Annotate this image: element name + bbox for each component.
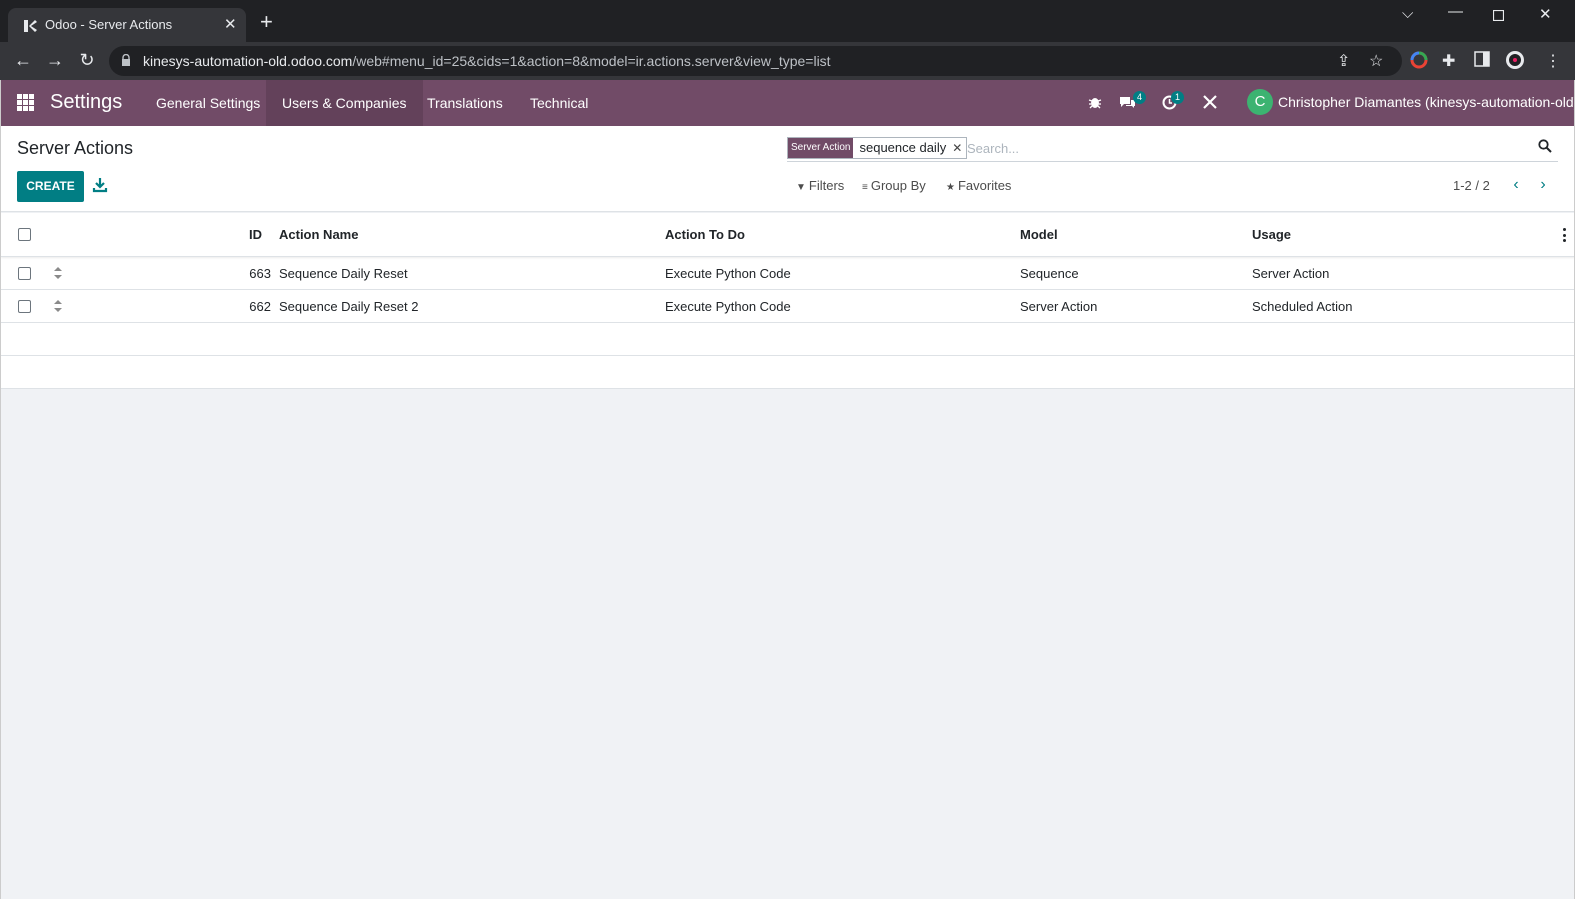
pager-next-icon[interactable]: ›: [1533, 175, 1553, 195]
tools-icon[interactable]: [1203, 95, 1217, 109]
star-icon: ★: [946, 182, 955, 193]
column-header-usage[interactable]: Usage: [1252, 227, 1291, 242]
odoo-navbar: Settings General Settings Users & Compan…: [0, 80, 1575, 126]
debug-bug-icon[interactable]: [1088, 95, 1102, 109]
extension-color-icon[interactable]: [1410, 51, 1428, 69]
facet-label: Server Action: [788, 138, 854, 158]
new-tab-icon[interactable]: +: [260, 11, 273, 33]
activities-badge: 1: [1171, 91, 1185, 104]
empty-row: [1, 356, 1575, 389]
user-avatar[interactable]: C: [1247, 89, 1273, 115]
messages-badge: 4: [1133, 91, 1147, 104]
browser-tab[interactable]: Odoo - Server Actions ✕: [8, 8, 246, 42]
select-all-checkbox[interactable]: [18, 228, 31, 241]
browser-toolbar: ← → ↻ kinesys-automation-old.odoo.com/we…: [0, 42, 1575, 80]
odoo-favicon-icon: [22, 18, 38, 34]
menu-general-settings[interactable]: General Settings: [140, 80, 276, 126]
drag-handle-icon[interactable]: [53, 300, 63, 312]
tab-search-icon[interactable]: ⌵: [1402, 5, 1413, 22]
address-bar[interactable]: kinesys-automation-old.odoo.com/web#menu…: [109, 46, 1402, 76]
row-checkbox[interactable]: [18, 267, 31, 280]
browser-tabstrip: Odoo - Server Actions ✕ + ⌵ — ✕: [0, 0, 1575, 42]
cell-action-to-do: Execute Python Code: [665, 266, 791, 281]
profile-icon[interactable]: [1505, 50, 1525, 70]
empty-row: [1, 323, 1575, 356]
cell-usage: Scheduled Action: [1252, 299, 1353, 314]
search-facet: Server Action sequence daily ✕: [787, 137, 968, 159]
extensions-puzzle-icon[interactable]: ✚: [1442, 51, 1455, 71]
cell-usage: Server Action: [1252, 266, 1330, 281]
url-text: kinesys-automation-old.odoo.com/web#menu…: [143, 53, 831, 69]
create-button[interactable]: CREATE: [17, 171, 84, 202]
forward-icon[interactable]: →: [44, 49, 66, 71]
group-by-toggle[interactable]: ≡ Group By: [862, 178, 926, 193]
minimize-icon[interactable]: —: [1448, 3, 1463, 20]
reload-icon[interactable]: ↻: [76, 49, 98, 71]
chrome-menu-icon[interactable]: ⋮: [1545, 51, 1561, 71]
menu-users-companies[interactable]: Users & Companies: [266, 80, 423, 126]
filters-toggle[interactable]: ▼ Filters: [796, 178, 844, 193]
tab-close-icon[interactable]: ✕: [224, 15, 237, 33]
pager-value[interactable]: 1-2 / 2: [1453, 178, 1490, 193]
cell-model: Sequence: [1020, 266, 1079, 281]
control-panel: Server Actions CREATE Server Action sequ…: [0, 126, 1575, 212]
column-header-model[interactable]: Model: [1020, 227, 1058, 242]
user-name[interactable]: Christopher Diamantes (kinesys-automatio…: [1278, 94, 1575, 110]
page-title: Server Actions: [17, 138, 134, 158]
facet-remove-icon[interactable]: ✕: [952, 138, 966, 158]
side-panel-icon[interactable]: [1474, 51, 1490, 67]
table-row[interactable]: 663 Sequence Daily Reset Execute Python …: [1, 257, 1575, 290]
app-brand[interactable]: Settings: [50, 91, 122, 114]
maximize-icon[interactable]: [1493, 10, 1504, 21]
search-input[interactable]: [967, 138, 1527, 158]
share-icon[interactable]: ⇪: [1337, 51, 1350, 71]
drag-handle-icon[interactable]: [53, 267, 63, 279]
facet-value: sequence daily: [859, 140, 947, 155]
menu-technical[interactable]: Technical: [514, 80, 604, 126]
menu-translations[interactable]: Translations: [411, 80, 519, 126]
filter-icon: ▼: [796, 182, 806, 193]
row-checkbox[interactable]: [18, 300, 31, 313]
cell-action-to-do: Execute Python Code: [665, 299, 791, 314]
cell-id: 662: [249, 299, 271, 314]
lock-icon: [122, 54, 130, 66]
table-row[interactable]: 662 Sequence Daily Reset 2 Execute Pytho…: [1, 290, 1575, 323]
search-bar: Server Action sequence daily ✕: [787, 136, 1558, 162]
window-close-icon[interactable]: ✕: [1539, 5, 1552, 23]
group-by-icon: ≡: [862, 182, 868, 193]
optional-columns-icon[interactable]: [1563, 228, 1567, 242]
pager-previous-icon[interactable]: ‹: [1506, 175, 1526, 195]
search-icon[interactable]: [1538, 139, 1552, 153]
cell-action-name: Sequence Daily Reset 2: [279, 299, 419, 314]
apps-menu-icon[interactable]: [17, 94, 34, 111]
list-view: ID Action Name Action To Do Model Usage …: [0, 213, 1575, 389]
export-download-icon[interactable]: [92, 176, 108, 194]
cell-model: Server Action: [1020, 299, 1098, 314]
column-header-action-name[interactable]: Action Name: [279, 227, 358, 242]
bookmark-star-icon[interactable]: ☆: [1369, 51, 1383, 71]
column-header-id[interactable]: ID: [249, 227, 262, 242]
back-icon[interactable]: ←: [12, 49, 34, 71]
cell-action-name: Sequence Daily Reset: [279, 266, 408, 281]
list-header: ID Action Name Action To Do Model Usage: [1, 213, 1575, 257]
column-header-action-to-do[interactable]: Action To Do: [665, 227, 745, 242]
cell-id: 663: [249, 266, 271, 281]
tab-title: Odoo - Server Actions: [45, 17, 173, 32]
favorites-toggle[interactable]: ★ Favorites: [946, 178, 1011, 193]
